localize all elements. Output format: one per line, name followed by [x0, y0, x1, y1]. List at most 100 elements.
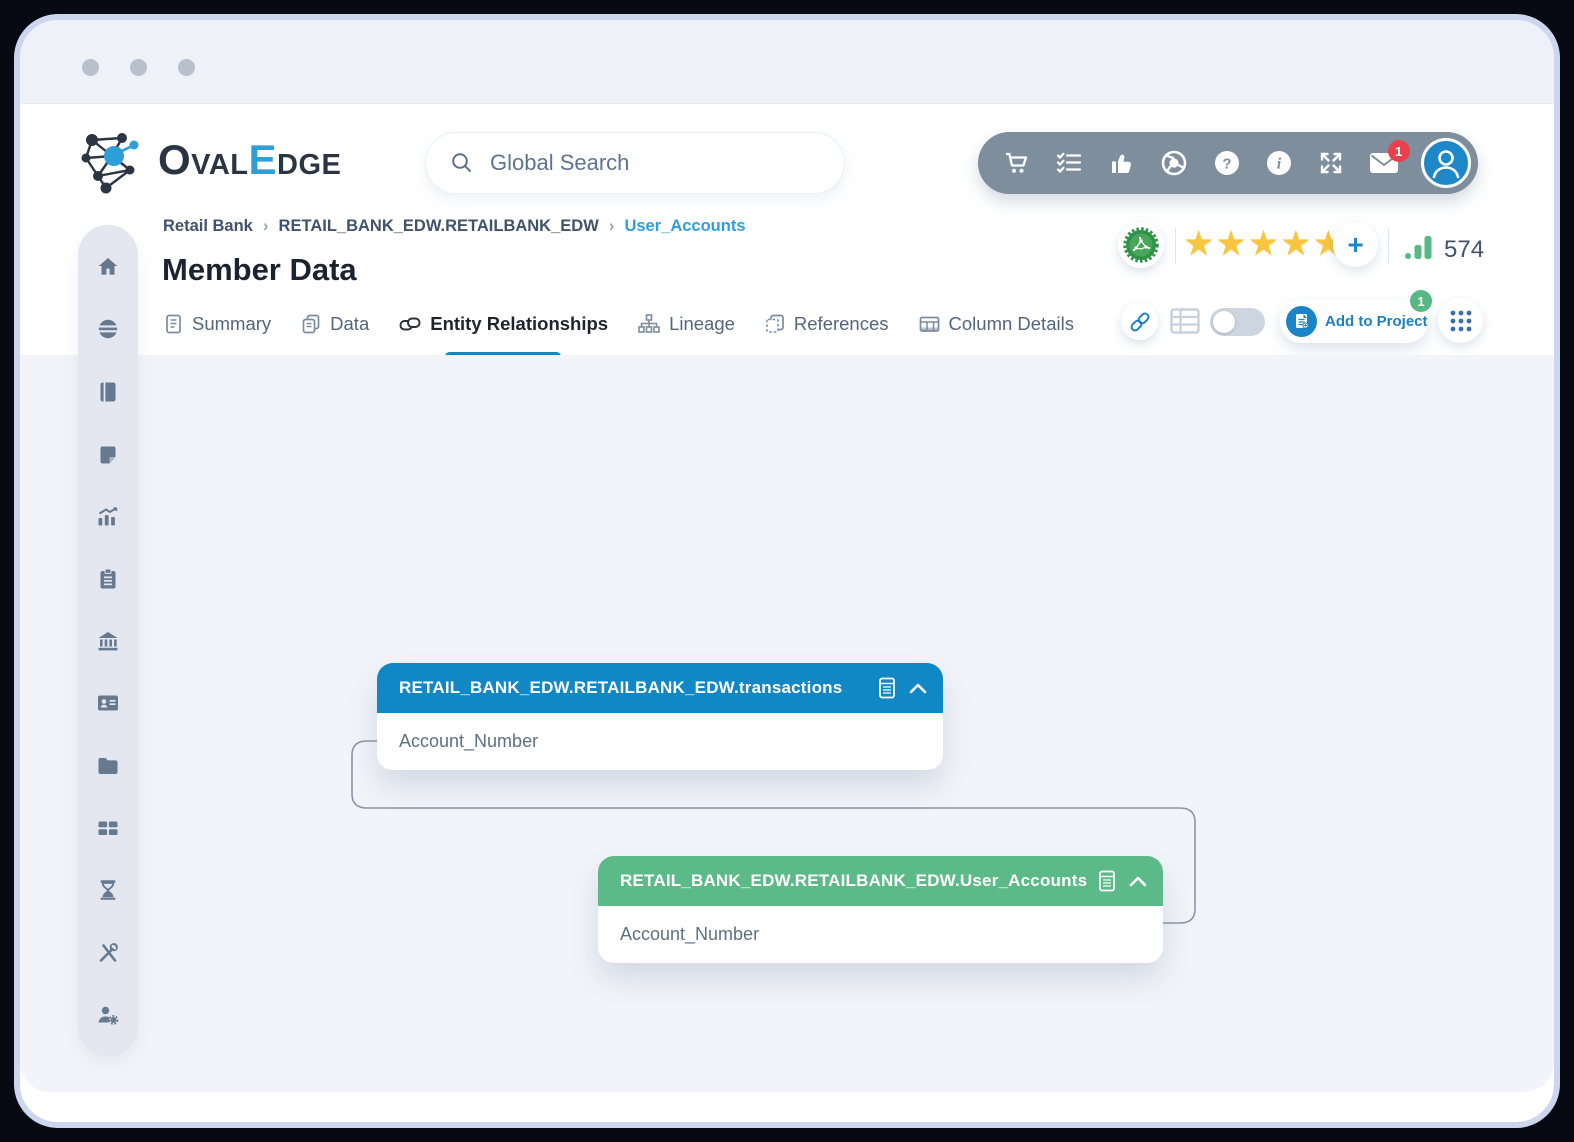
window-inner: OvalEdge ? i [20, 20, 1554, 1122]
popularity-icon [1404, 234, 1434, 260]
chevron-up-icon[interactable] [1129, 876, 1147, 887]
entity-column: Account_Number [620, 924, 760, 944]
view-toggle[interactable] [1210, 308, 1265, 336]
table-columns-icon [919, 316, 939, 332]
tab-label: Data [330, 313, 370, 334]
tab-references[interactable]: References [765, 313, 889, 335]
table-view-icon[interactable] [1170, 307, 1200, 340]
thumbs-up-icon[interactable] [1107, 150, 1137, 176]
pages-icon [302, 314, 320, 334]
tab-entity-relationships[interactable]: Entity Relationships [399, 313, 608, 335]
svg-text:?: ? [1222, 156, 1231, 173]
entity-column: Account_Number [399, 731, 539, 751]
add-to-project-label: Add to Project [1325, 313, 1428, 330]
tab-label: Column Details [948, 313, 1074, 334]
breadcrumb-separator: › [608, 216, 615, 235]
link-icon [1130, 312, 1149, 331]
mail-icon[interactable]: 1 [1369, 140, 1410, 176]
entity-card-body: Account_Number [598, 906, 1163, 963]
ovaledge-wordmark: OvalEdge [158, 132, 341, 188]
breadcrumb-separator: › [262, 216, 269, 235]
lineage-icon [638, 314, 660, 333]
link-chain-icon [399, 317, 421, 331]
tab-data[interactable]: Data [301, 313, 369, 335]
reports-icon[interactable] [96, 504, 120, 528]
breadcrumb-item[interactable]: RETAIL_BANK_EDW.RETAILBANK_EDW [279, 217, 599, 236]
certification-seal [1118, 222, 1164, 268]
fullscreen-icon[interactable] [1316, 150, 1346, 176]
star-icon[interactable]: ★ [1248, 224, 1280, 263]
divider [1175, 228, 1176, 264]
window-control-dot[interactable] [178, 59, 195, 76]
tab-label: References [793, 313, 889, 334]
info-icon[interactable]: i [1264, 150, 1294, 176]
book-icon[interactable] [96, 380, 120, 404]
folder-icon[interactable] [96, 754, 120, 778]
breadcrumb: Retail Bank › RETAIL_BANK_EDW.RETAILBANK… [163, 216, 746, 236]
star-icon[interactable]: ★ [1215, 224, 1247, 263]
entity-card-body: Account_Number [377, 713, 943, 770]
wordmark-part1: Oval [158, 136, 249, 183]
left-sidebar [78, 225, 138, 1057]
dashboard-tiles-icon[interactable] [96, 816, 120, 840]
tab-lineage[interactable]: Lineage [638, 313, 735, 335]
help-icon[interactable]: ? [1212, 150, 1242, 176]
apps-menu-button[interactable] [1438, 298, 1483, 343]
tab-label: Entity Relationships [430, 313, 609, 334]
project-count-badge: 1 [1410, 290, 1432, 312]
add-rating-button[interactable]: + [1333, 222, 1378, 267]
tasks-icon[interactable] [1054, 150, 1084, 176]
grid-menu-icon [1450, 310, 1471, 331]
cart-icon[interactable] [1002, 150, 1032, 176]
breadcrumb-item[interactable]: Retail Bank [163, 217, 253, 236]
data-catalog-icon[interactable] [96, 317, 120, 341]
project-doc-icon [1286, 306, 1317, 337]
certified-badge-icon [1123, 227, 1159, 263]
copy-link-button[interactable] [1121, 303, 1158, 340]
references-icon [766, 314, 784, 333]
entity-card-header[interactable]: RETAIL_BANK_EDW.RETAILBANK_EDW.transacti… [377, 663, 943, 713]
clipboard-icon[interactable] [96, 567, 120, 591]
svg-text:i: i [1277, 156, 1282, 173]
tab-column-details[interactable]: Column Details [919, 313, 1074, 335]
page-title: Member Data [162, 252, 357, 287]
plus-icon: + [1347, 228, 1364, 260]
chevron-up-icon[interactable] [909, 683, 927, 694]
tab-label: Lineage [669, 313, 735, 334]
window-control-dot[interactable] [82, 59, 99, 76]
star-icon[interactable]: ★ [1183, 224, 1215, 263]
star-icon[interactable]: ★ [1280, 224, 1312, 263]
browser-icon[interactable] [1159, 150, 1189, 176]
tools-icon[interactable] [96, 941, 120, 965]
global-search[interactable] [425, 132, 845, 194]
tab-summary[interactable]: Summary [163, 313, 271, 335]
header-toolbar: ? i 1 [978, 132, 1478, 194]
add-to-project-button[interactable]: Add to Project 1 [1280, 290, 1432, 343]
user-settings-icon[interactable] [96, 1003, 120, 1027]
divider [1388, 228, 1389, 264]
entity-card-title: RETAIL_BANK_EDW.RETAILBANK_EDW.transacti… [399, 678, 843, 697]
rating-stars[interactable]: ★★★★★ [1183, 224, 1345, 264]
window-control-dot[interactable] [130, 59, 147, 76]
tab-bar: Summary Data Entity Relationships Lineag… [163, 306, 1074, 342]
entity-card-transactions: RETAIL_BANK_EDW.RETAILBANK_EDW.transacti… [377, 663, 943, 770]
hourglass-icon[interactable] [96, 878, 120, 902]
entity-card-title: RETAIL_BANK_EDW.RETAILBANK_EDW.User_Acco… [620, 871, 1088, 890]
note-icon[interactable] [96, 442, 120, 466]
contact-card-icon[interactable] [96, 691, 120, 715]
mail-badge: 1 [1387, 140, 1410, 162]
ovaledge-logo-icon[interactable] [78, 126, 144, 194]
entity-card-header[interactable]: RETAIL_BANK_EDW.RETAILBANK_EDW.User_Acco… [598, 856, 1163, 906]
breadcrumb-item-current[interactable]: User_Accounts [624, 217, 745, 236]
wordmark-part2: dge [277, 136, 342, 183]
bank-icon[interactable] [96, 629, 120, 653]
view-count: 574 [1444, 236, 1485, 263]
document-icon [166, 314, 181, 334]
search-icon [452, 153, 471, 172]
profile-avatar[interactable] [1421, 138, 1471, 188]
entity-card-user-accounts: RETAIL_BANK_EDW.RETAILBANK_EDW.User_Acco… [598, 856, 1163, 963]
table-doc-icon[interactable] [1098, 870, 1117, 892]
table-doc-icon[interactable] [878, 677, 897, 699]
search-input[interactable] [488, 149, 824, 177]
home-icon[interactable] [96, 255, 120, 279]
